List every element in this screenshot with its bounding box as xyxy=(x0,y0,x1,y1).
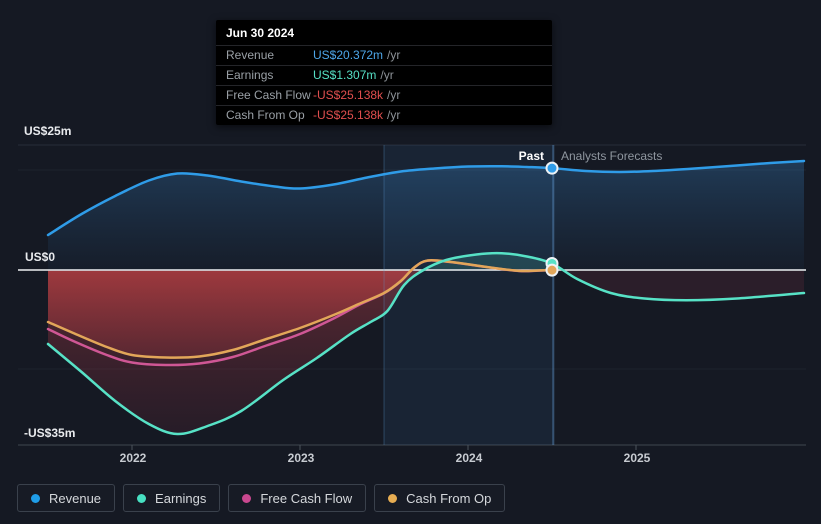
legend-label: Earnings xyxy=(155,490,207,506)
cash-from-op-swatch-icon xyxy=(388,493,398,503)
y-axis-label-0: US$0 xyxy=(25,250,56,264)
tooltip-unit: /yr xyxy=(387,108,401,122)
tooltip-value: -US$25.138k xyxy=(313,108,384,122)
analysts-forecasts-label: Analysts Forecasts xyxy=(561,149,663,163)
tooltip-date: Jun 30 2024 xyxy=(226,26,295,40)
tooltip-label: Cash From Op xyxy=(226,108,305,122)
tooltip-value: -US$25.138k xyxy=(313,88,384,102)
past-label: Past xyxy=(518,149,544,163)
tooltip-row-revenue: Revenue US$20.372m /yr xyxy=(216,45,552,65)
legend-label: Revenue xyxy=(49,490,102,506)
free-cash-flow-swatch-icon xyxy=(242,493,252,503)
tooltip-label: Free Cash Flow xyxy=(226,88,311,102)
x-axis-label-2022: 2022 xyxy=(119,451,147,465)
earnings-swatch-icon xyxy=(137,493,147,503)
earnings-revenue-chart: US$25m US$0 -US$35m 2022 2023 2024 2025 … xyxy=(0,0,821,524)
legend-item-revenue[interactable]: Revenue xyxy=(17,484,116,512)
chart-tooltip: Jun 30 2024 Revenue US$20.372m /yr Earni… xyxy=(216,20,552,125)
tooltip-value: US$20.372m xyxy=(313,48,384,62)
tooltip-unit: /yr xyxy=(380,68,394,82)
legend-item-free-cash-flow[interactable]: Free Cash Flow xyxy=(228,484,367,512)
legend-label: Cash From Op xyxy=(406,490,492,506)
tooltip-unit: /yr xyxy=(387,48,401,62)
marker-revenue xyxy=(545,161,559,175)
tooltip-label: Revenue xyxy=(226,48,275,62)
legend-item-earnings[interactable]: Earnings xyxy=(123,484,221,512)
x-axis-ticks xyxy=(131,445,637,450)
y-axis-label-25m: US$25m xyxy=(24,124,72,138)
chart-legend: Revenue Earnings Free Cash Flow Cash Fro… xyxy=(17,484,506,512)
x-axis-label-2024: 2024 xyxy=(455,451,483,465)
x-axis-label-2023: 2023 xyxy=(287,451,315,465)
tooltip-row-free-cash-flow: Free Cash Flow -US$25.138k /yr xyxy=(216,85,552,105)
legend-label: Free Cash Flow xyxy=(260,490,353,506)
tooltip-row-cash-from-op: Cash From Op -US$25.138k /yr xyxy=(216,105,552,125)
revenue-swatch-icon xyxy=(31,493,40,503)
x-axis-label-2025: 2025 xyxy=(623,451,651,465)
tooltip-unit: /yr xyxy=(387,88,401,102)
tooltip-label: Earnings xyxy=(226,68,274,82)
y-axis-label-neg35m: -US$35m xyxy=(24,426,76,440)
tooltip-value: US$1.307m xyxy=(313,68,377,82)
tooltip-row-earnings: Earnings US$1.307m /yr xyxy=(216,65,552,85)
marker-cash-from-op xyxy=(545,263,559,277)
legend-item-cash-from-op[interactable]: Cash From Op xyxy=(374,484,506,512)
